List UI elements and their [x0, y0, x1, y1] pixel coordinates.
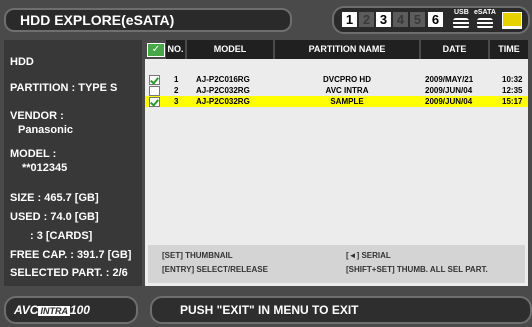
row-date: 2009/JUN/04: [425, 97, 473, 106]
column-header-no: NO.: [166, 40, 185, 59]
memory-card-base: [502, 26, 522, 29]
slot-1-indicator: 1: [342, 12, 357, 27]
drive-info-panel: HDD PARTITION : TYPE S VENDOR : Panasoni…: [4, 40, 142, 286]
partition-type: PARTITION : TYPE S: [10, 82, 118, 94]
row-no: 3: [174, 97, 179, 106]
footer-bar: AVC INTRA 100 PUSH "EXIT" IN MENU TO EXIT: [0, 290, 532, 327]
row-checkbox[interactable]: [149, 75, 160, 85]
free-capacity: FREE CAP. : 391.7 [GB]: [10, 249, 132, 261]
select-all-checkbox[interactable]: ✓: [147, 43, 165, 57]
size-info: SIZE : 465.7 [GB]: [10, 192, 99, 204]
operation-guide: [SET] THUMBNAIL [◄] SERIAL [ENTRY] SELEC…: [148, 245, 525, 283]
column-header-model: MODEL: [187, 40, 273, 59]
esata-label: eSATA: [474, 9, 496, 16]
slot-6-indicator: 6: [428, 12, 443, 27]
row-date: 2009/JUN/04: [425, 86, 473, 95]
table-row[interactable]: 1 AJ-P2C016RG DVCPRO HD 2009/MAY/21 10:3…: [145, 74, 528, 85]
selected-partitions: SELECTED PART. : 2/6: [10, 267, 128, 279]
row-model: AJ-P2C032RG: [196, 86, 250, 95]
table-row[interactable]: 2 AJ-P2C032RG AVC INTRA 2009/JUN/04 12:3…: [145, 85, 528, 96]
esata-drive-icon: [477, 18, 493, 29]
model-label: MODEL :: [10, 148, 57, 160]
row-no: 1: [174, 75, 179, 84]
row-checkbox[interactable]: [149, 86, 160, 96]
logo-part-intra: INTRA: [38, 306, 70, 316]
row-time: 10:32: [502, 75, 523, 84]
slot-4-indicator: 4: [393, 12, 408, 27]
slot-5-indicator: 5: [410, 12, 425, 27]
column-header-time: TIME: [490, 40, 528, 59]
slot-2-indicator: 2: [359, 12, 374, 27]
model-value: **012345: [22, 162, 68, 174]
avc-intra-logo: AVC INTRA 100: [14, 303, 90, 317]
logo-part-avc: AVC: [14, 303, 39, 317]
message-box: PUSH "EXIT" IN MENU TO EXIT: [150, 296, 532, 324]
row-partition-name: AVC INTRA: [325, 86, 369, 95]
row-model: AJ-P2C032RG: [196, 97, 250, 106]
title-bar: HDD EXPLORE(eSATA) 1 2 3 4 5 6 USB eSATA: [0, 0, 532, 36]
cards-info: : 3 [CARDS]: [30, 230, 93, 242]
table-header: ✓ NO. MODEL PARTITION NAME DATE TIME: [145, 40, 528, 59]
used-info: USED : 74.0 [GB]: [10, 211, 99, 223]
row-checkbox[interactable]: [149, 97, 160, 107]
row-model: AJ-P2C016RG: [196, 75, 250, 84]
table-row-selected[interactable]: 3 AJ-P2C032RG SAMPLE 2009/JUN/04 15:17: [145, 96, 528, 107]
partition-list-panel: ✓ NO. MODEL PARTITION NAME DATE TIME 1 A…: [145, 40, 528, 286]
column-header-partition-name: PARTITION NAME: [275, 40, 419, 59]
screen-title: HDD EXPLORE(eSATA): [4, 8, 292, 32]
row-partition-name: SAMPLE: [330, 97, 364, 106]
vendor-label: VENDOR :: [10, 110, 64, 122]
guide-set-thumbnail: [SET] THUMBNAIL: [162, 251, 233, 260]
usb-drive-icon: [453, 18, 469, 29]
device-type: HDD: [10, 56, 34, 68]
memory-card-icon: [502, 12, 522, 27]
status-indicators: 1 2 3 4 5 6 USB eSATA: [332, 6, 530, 34]
row-time: 15:17: [502, 97, 523, 106]
guide-shift-set: [SHIFT+SET] THUMB. ALL SEL PART.: [346, 265, 488, 274]
avc-intra-logo-box: AVC INTRA 100: [4, 296, 138, 324]
row-time: 12:35: [502, 86, 523, 95]
row-date: 2009/MAY/21: [425, 75, 474, 84]
row-partition-name: DVCPRO HD: [322, 75, 371, 84]
exit-instruction: PUSH "EXIT" IN MENU TO EXIT: [180, 303, 359, 317]
guide-serial: [◄] SERIAL: [346, 251, 391, 260]
row-no: 2: [174, 86, 179, 95]
guide-entry-select: [ENTRY] SELECT/RELEASE: [162, 265, 268, 274]
vendor-value: Panasonic: [18, 124, 74, 136]
logo-part-100: 100: [69, 303, 90, 317]
usb-label: USB: [454, 9, 469, 16]
slot-3-indicator: 3: [376, 12, 391, 27]
column-header-date: DATE: [421, 40, 488, 59]
